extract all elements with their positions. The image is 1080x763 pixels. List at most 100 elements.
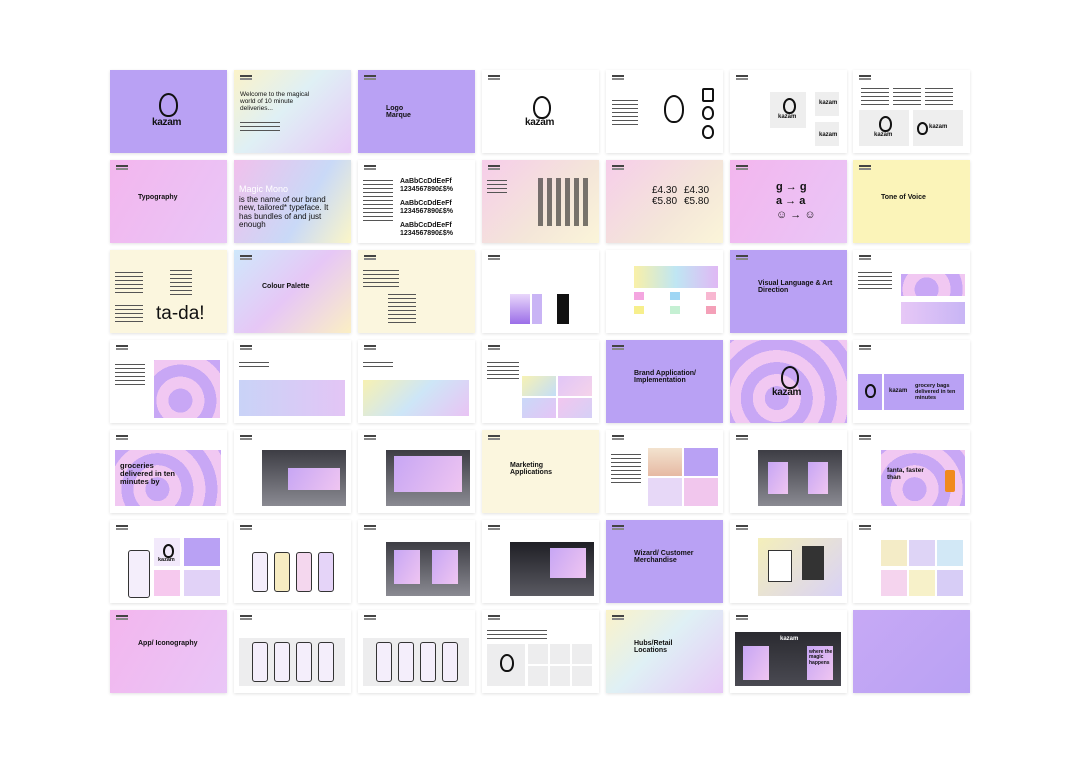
slide-gradient-blue[interactable] xyxy=(234,340,351,423)
slide-app-collage[interactable]: kazam xyxy=(110,520,227,603)
slide-header-mark xyxy=(488,255,500,257)
slide-hubs-title[interactable]: Hubs/Retail Locations xyxy=(606,610,723,693)
poster xyxy=(808,462,828,494)
specimen-alphabet: AaBbCcDdEeFf xyxy=(400,222,452,229)
slide-app-flow[interactable] xyxy=(234,610,351,693)
kazam-logo-icon xyxy=(702,125,714,139)
slide-end[interactable] xyxy=(853,610,970,693)
section-title: Hubs/Retail Locations xyxy=(634,640,673,655)
slide-magic-mono[interactable]: Magic Mono is the name of our brand new,… xyxy=(234,160,351,243)
slide-logo-swirl[interactable]: kazam xyxy=(730,340,847,423)
logo-text: kazam xyxy=(929,124,948,130)
slide-icon-set[interactable] xyxy=(482,610,599,693)
gradient-tile xyxy=(558,398,592,418)
slide-header-mark xyxy=(736,435,748,437)
kazam-logo-icon xyxy=(879,116,892,132)
slide-brand-application-title[interactable]: Brand Application/ Implementation xyxy=(606,340,723,423)
slide-billboard-large[interactable]: groceries delivered in ten minutes by xyxy=(110,430,227,513)
body-text-lines xyxy=(611,454,641,484)
swatch xyxy=(557,294,569,324)
logo-text: kazam xyxy=(889,388,908,394)
billboard xyxy=(394,456,462,492)
body-text-lines xyxy=(363,362,393,370)
swirl-panel xyxy=(901,274,965,296)
slide-logo-marque-title[interactable]: Logo Marque xyxy=(358,70,475,153)
icon-tile xyxy=(550,644,570,664)
slide-tada[interactable]: ta-da! xyxy=(110,250,227,333)
tote-bag xyxy=(802,546,824,580)
slide-header-mark xyxy=(364,165,376,167)
slide-billboard-station[interactable] xyxy=(234,430,351,513)
slide-header-mark xyxy=(364,255,376,257)
slide-logo-construction[interactable] xyxy=(606,70,723,153)
gradient-panel xyxy=(901,302,965,324)
slide-marketing-title[interactable]: Marketing Applications xyxy=(482,430,599,513)
slide-header-mark xyxy=(736,615,748,617)
slide-header-mark xyxy=(612,345,624,347)
typeface-lead: Magic Mono xyxy=(239,184,289,194)
slide-pattern-grid[interactable] xyxy=(110,340,227,423)
slide-swirl-samples[interactable] xyxy=(853,250,970,333)
slide-secondary-colours[interactable] xyxy=(606,250,723,333)
slide-logo-cover[interactable]: kazam xyxy=(110,70,227,153)
window-display xyxy=(743,646,769,680)
phone-mockup xyxy=(296,552,312,592)
slide-visual-language-title[interactable]: Visual Language & Art Direction xyxy=(730,250,847,333)
price-sample: €5.80 xyxy=(684,196,710,207)
slide-app-flow-2[interactable] xyxy=(358,610,475,693)
slide-grid: kazam Welcome to the magical world of 10… xyxy=(110,70,970,693)
slide-type-specimen[interactable]: AaBbCcDdEeFf 1234567890£$% AaBbCcDdEeFf … xyxy=(358,160,475,243)
station-photo xyxy=(262,450,346,506)
slide-tone-of-voice-title[interactable]: Tone of Voice xyxy=(853,160,970,243)
section-title: Typography xyxy=(138,194,178,201)
slide-subway-poster[interactable] xyxy=(482,520,599,603)
section-title: Logo Marque xyxy=(386,105,411,120)
can-image xyxy=(945,470,955,492)
slide-merchandise-title[interactable]: Wizard/ Customer Merchandise xyxy=(606,520,723,603)
slide-posters[interactable] xyxy=(606,430,723,513)
slide-fanta-billboard[interactable]: fanta, faster than xyxy=(853,430,970,513)
kazam-logo-icon xyxy=(533,96,551,119)
body-text-lines xyxy=(487,362,519,380)
slide-retail-store[interactable]: kazam where the magic happens xyxy=(730,610,847,693)
slide-alternates[interactable]: g → g a → a ☺ → ☺ xyxy=(730,160,847,243)
slide-logo-variants[interactable]: kazam kazam kazam xyxy=(730,70,847,153)
slide-typography-title[interactable]: Typography xyxy=(110,160,227,243)
slide-colour-palette-title[interactable]: Colour Palette xyxy=(234,250,351,333)
slide-header-mark xyxy=(859,255,871,257)
slide-billboard-wall[interactable] xyxy=(358,430,475,513)
slide-street-posters[interactable] xyxy=(730,430,847,513)
swatch xyxy=(634,292,644,300)
specimen-digits: 1234567890£$% xyxy=(400,230,453,237)
specimen-digits: 1234567890£$% xyxy=(400,186,453,193)
slide-colour-swatches[interactable] xyxy=(482,250,599,333)
price-sample: £4.30 xyxy=(684,185,710,196)
slide-app-screens[interactable] xyxy=(234,520,351,603)
slide-grocery-bags[interactable]: kazam grocery bags delivered in ten minu… xyxy=(853,340,970,423)
section-title: Marketing Applications xyxy=(510,462,553,477)
poster xyxy=(550,548,586,578)
street-photo xyxy=(758,450,842,506)
body-text-lines xyxy=(363,180,393,222)
slide-logo-lockups[interactable]: kazam kazam xyxy=(853,70,970,153)
slide-header-mark xyxy=(116,615,128,617)
slide-tote-bags[interactable] xyxy=(730,520,847,603)
body-text-lines xyxy=(115,272,143,294)
slide-shopfront-posters[interactable] xyxy=(358,520,475,603)
slide-app-iconography-title[interactable]: App/ Iconography xyxy=(110,610,227,693)
slide-gradient-tiles[interactable] xyxy=(482,340,599,423)
slide-header-mark xyxy=(364,345,376,347)
slide-colour-text[interactable] xyxy=(358,250,475,333)
slide-logo-white[interactable]: kazam xyxy=(482,70,599,153)
section-title: Tone of Voice xyxy=(881,194,926,201)
slide-merch-grid[interactable] xyxy=(853,520,970,603)
slide-header-mark xyxy=(116,435,128,437)
poster xyxy=(684,448,718,476)
logo-text: kazam xyxy=(819,100,838,106)
slide-header-mark xyxy=(488,75,500,77)
slide-numerals[interactable]: £4.30 €5.80 £4.30 €5.80 xyxy=(606,160,723,243)
slide-gradient-yellow[interactable] xyxy=(358,340,475,423)
slide-welcome[interactable]: Welcome to the magical world of 10 minut… xyxy=(234,70,351,153)
section-title: Colour Palette xyxy=(262,283,310,290)
slide-glyphs[interactable] xyxy=(482,160,599,243)
